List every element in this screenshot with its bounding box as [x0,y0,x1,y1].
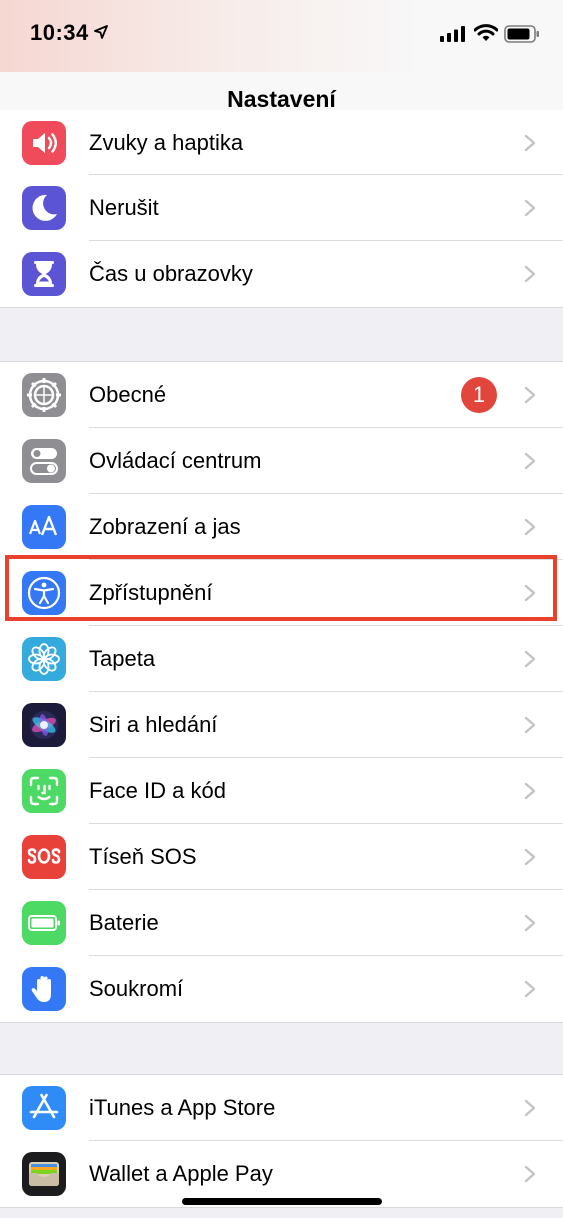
home-indicator[interactable] [182,1198,382,1205]
settings-group-3: iTunes a App Store Wallet a Apple Pay [0,1074,563,1208]
settings-row-label: Zvuky a haptika [89,130,244,155]
settings-row-label: Zobrazení a jas [89,514,241,539]
chevron-right-icon [524,134,536,152]
battery-status-icon [504,25,539,43]
location-arrow-icon [94,25,108,39]
settings-row-label: Obecné [89,382,167,407]
settings-row-emergency-sos[interactable]: Tíseň SOS [0,824,563,890]
settings-row-label: Nerušit [89,195,159,220]
settings-row-label: Čas u obrazovky [89,261,253,286]
chevron-right-icon [524,1165,536,1183]
chevron-right-icon [524,386,536,404]
chevron-right-icon [524,265,536,283]
chevron-right-icon [524,716,536,734]
settings-row-label: iTunes a App Store [89,1095,276,1120]
siri-icon [22,703,66,747]
gear-icon [22,373,66,417]
cellular-signal-icon [440,26,465,42]
settings-row-wallpaper[interactable]: Tapeta [0,626,563,692]
moon-icon [22,186,66,230]
settings-row-siri-search[interactable]: Siri a hledání [0,692,563,758]
settings-row-screen-time[interactable]: Čas u obrazovky [0,241,563,307]
settings-row-sounds[interactable]: Zvuky a haptika [0,110,563,175]
chevron-right-icon [524,1099,536,1117]
settings-row-display-brightness[interactable]: Zobrazení a jas [0,494,563,560]
hourglass-icon [22,252,66,296]
wallet-icon [22,1152,66,1196]
chevron-right-icon [524,199,536,217]
settings-row-label: Tapeta [89,646,156,671]
settings-row-label: Baterie [89,910,159,935]
settings-row-do-not-disturb[interactable]: Nerušit [0,175,563,241]
settings-row-label: Tíseň SOS [89,844,197,869]
chevron-right-icon [524,848,536,866]
status-bar: 10:34 [0,0,563,72]
settings-row-label: Siri a hledání [89,712,218,737]
chevron-right-icon [524,914,536,932]
chevron-right-icon [524,980,536,998]
chevron-right-icon [524,452,536,470]
settings-row-label: Face ID a kód [89,778,226,803]
speaker-icon [22,121,66,165]
text-size-icon [22,505,66,549]
settings-row-label: Wallet a Apple Pay [89,1161,273,1186]
status-time: 10:34 [30,20,89,45]
sos-icon [22,835,66,879]
settings-row-label: Ovládací centrum [89,448,262,473]
settings-row-label: Soukromí [89,976,184,1001]
chevron-right-icon [524,518,536,536]
notification-badge: 1 [461,377,497,413]
toggles-icon [22,439,66,483]
settings-row-privacy[interactable]: Soukromí [0,956,563,1022]
settings-row-general[interactable]: Obecné 1 [0,362,563,428]
face-id-icon [22,769,66,813]
app-store-icon [22,1086,66,1130]
settings-group-2: Obecné 1 Ovládací centrum Zobrazení a ja… [0,361,563,1023]
page-title: Nastavení [227,86,336,112]
flower-icon [22,637,66,681]
settings-row-face-id[interactable]: Face ID a kód [0,758,563,824]
settings-row-itunes-app-store[interactable]: iTunes a App Store [0,1075,563,1141]
highlight-frame [5,555,557,621]
chevron-right-icon [524,650,536,668]
settings-group-1: Zvuky a haptika Nerušit Čas u obrazovky [0,110,563,308]
settings-row-battery[interactable]: Baterie [0,890,563,956]
chevron-right-icon [524,782,536,800]
hand-icon [22,967,66,1011]
wifi-icon [474,24,498,41]
battery-icon [22,901,66,945]
settings-row-control-center[interactable]: Ovládací centrum [0,428,563,494]
